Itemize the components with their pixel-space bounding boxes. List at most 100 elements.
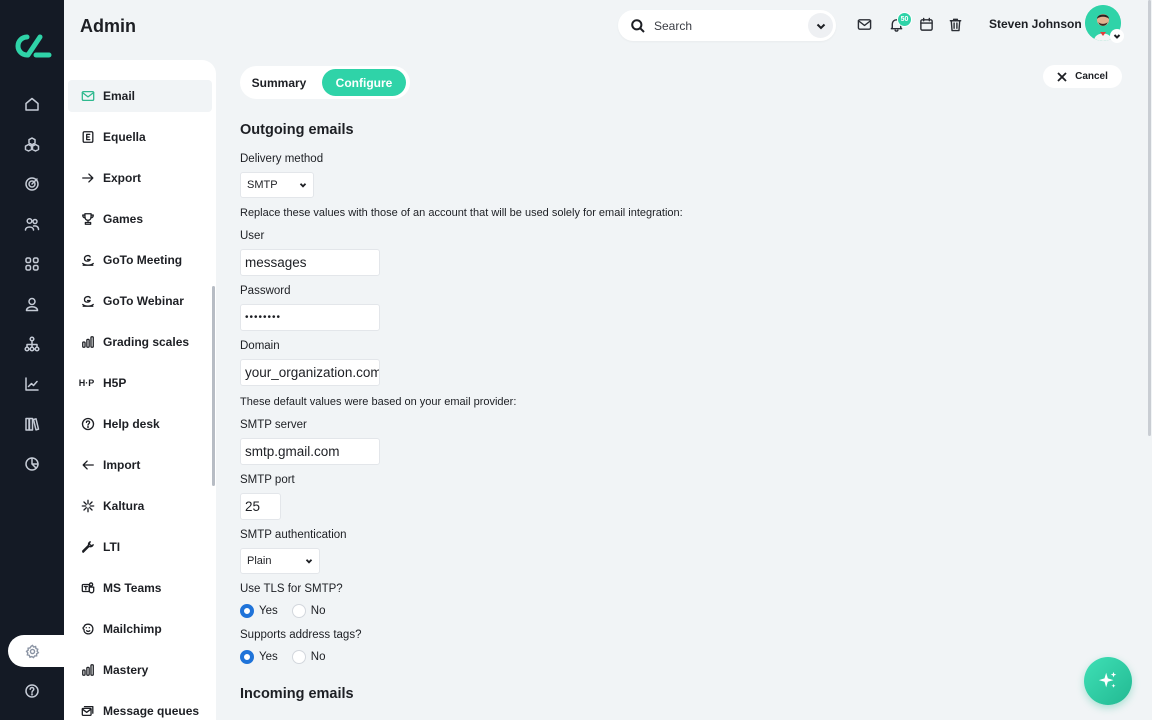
brand-logo-icon[interactable] xyxy=(11,31,53,61)
sidebar-item-goto-meeting[interactable]: GoTo Meeting xyxy=(68,244,212,276)
sidebar-item-kaltura[interactable]: Kaltura xyxy=(68,490,212,522)
address-tags-radio-group: Yes No xyxy=(240,650,339,664)
sidebar-item-ms-teams[interactable]: MS Teams xyxy=(68,572,212,604)
sidebar-item-label: Message queues xyxy=(103,704,200,718)
sidebar-item-import[interactable]: Import xyxy=(68,449,212,481)
tls-no-radio[interactable] xyxy=(291,604,306,618)
user-field[interactable]: messages xyxy=(240,249,380,276)
tls-label: Use TLS for SMTP? xyxy=(240,583,343,595)
search-bar[interactable]: Search xyxy=(618,10,836,41)
sidebar-item-export[interactable]: Export xyxy=(68,162,212,194)
sidebar-item-email[interactable]: Email xyxy=(68,80,212,112)
view-tabs: Summary Configure xyxy=(240,66,410,99)
trash-icon[interactable] xyxy=(948,17,964,33)
sidebar-item-mailchimp[interactable]: Mailchimp xyxy=(68,613,212,645)
smtp-port-label: SMTP port xyxy=(240,474,295,486)
kaltura-icon xyxy=(80,498,96,514)
tls-radio-group: Yes No xyxy=(240,604,339,618)
tags-yes-radio[interactable] xyxy=(240,650,254,664)
cubes-icon[interactable] xyxy=(22,134,42,154)
incoming-emails-heading: Incoming emails xyxy=(240,686,354,702)
smtp-port-field[interactable]: 25 xyxy=(240,493,281,520)
tab-summary[interactable]: Summary xyxy=(240,69,318,96)
arrow-left-icon xyxy=(80,457,96,473)
sidebar-item-label: Email xyxy=(103,89,136,103)
hierarchy-icon[interactable] xyxy=(22,334,42,354)
tags-yes-label: Yes xyxy=(259,651,278,663)
delivery-method-select[interactable]: SMTP xyxy=(240,172,314,198)
tls-yes-label: Yes xyxy=(259,605,278,617)
chevron-down-icon xyxy=(305,559,313,564)
user-label: User xyxy=(240,230,265,242)
sidebar-item-label: LTI xyxy=(103,540,121,554)
smtp-server-label: SMTP server xyxy=(240,419,307,431)
domain-label: Domain xyxy=(240,340,280,352)
mailchimp-icon xyxy=(80,621,96,637)
sidebar-item-label: MS Teams xyxy=(103,581,162,595)
bars-icon xyxy=(80,662,96,678)
goto-icon xyxy=(80,252,96,268)
chart-line-icon[interactable] xyxy=(22,374,42,394)
tls-no-label: No xyxy=(310,605,326,617)
user-name[interactable]: Steven Johnson xyxy=(989,17,1082,31)
tls-yes-radio[interactable] xyxy=(240,604,254,618)
chevron-down-icon xyxy=(299,183,307,188)
home-icon[interactable] xyxy=(22,94,42,114)
sidebar-item-label: Help desk xyxy=(103,417,160,431)
target-icon[interactable] xyxy=(22,174,42,194)
help-icon[interactable] xyxy=(22,681,42,701)
sidebar-item-label: Kaltura xyxy=(103,499,145,513)
page-scrollbar[interactable] xyxy=(1148,0,1151,436)
sidebar-item-label: Import xyxy=(103,458,141,472)
bars-icon xyxy=(80,334,96,350)
sparkle-icon xyxy=(1098,671,1117,688)
sidebar-item-label: GoTo Webinar xyxy=(103,294,184,308)
people-icon[interactable] xyxy=(22,214,42,234)
calendar-icon[interactable] xyxy=(919,17,935,33)
cancel-button[interactable]: Cancel xyxy=(1043,65,1122,88)
apps-grid-icon[interactable] xyxy=(22,254,42,274)
sidebar-item-label: GoTo Meeting xyxy=(103,253,183,267)
equella-icon xyxy=(80,129,96,145)
tags-no-radio[interactable] xyxy=(291,650,306,664)
delivery-method-label: Delivery method xyxy=(240,153,324,165)
sidebar-scrollbar[interactable] xyxy=(212,286,215,486)
smtp-auth-select[interactable]: Plain xyxy=(240,548,320,574)
sidebar-item-message-queues[interactable]: Message queues xyxy=(68,695,212,720)
smtp-server-field[interactable]: smtp.gmail.com xyxy=(240,438,380,465)
smtp-auth-value: Plain xyxy=(247,555,272,567)
chevron-down-icon[interactable] xyxy=(808,13,833,38)
pie-chart-icon[interactable] xyxy=(22,454,42,474)
domain-field[interactable]: your_organization.com xyxy=(240,359,380,386)
sidebar-item-goto-webinar[interactable]: GoTo Webinar xyxy=(68,285,212,317)
search-input[interactable]: Search xyxy=(654,19,808,33)
library-icon[interactable] xyxy=(22,414,42,434)
address-tags-label: Supports address tags? xyxy=(240,629,362,641)
sidebar-item-lti[interactable]: LTI xyxy=(68,531,212,563)
sidebar-item-games[interactable]: Games xyxy=(68,203,212,235)
trophy-icon xyxy=(80,211,96,227)
tab-configure[interactable]: Configure xyxy=(322,69,406,96)
arrow-right-icon xyxy=(80,170,96,186)
chevron-down-icon[interactable] xyxy=(1110,29,1124,43)
sidebar-item-label: Mastery xyxy=(103,663,149,677)
sidebar-item-help-desk[interactable]: Help desk xyxy=(68,408,212,440)
admin-sidebar: Email Equella Export Games GoTo Meeting … xyxy=(64,60,216,720)
delivery-method-value: SMTP xyxy=(247,179,278,191)
sidebar-item-grading-scales[interactable]: Grading scales xyxy=(68,326,212,358)
password-label: Password xyxy=(240,285,291,297)
question-icon xyxy=(80,416,96,432)
ai-assistant-button[interactable] xyxy=(1084,657,1132,705)
settings-icon[interactable] xyxy=(8,635,68,667)
sidebar-item-h5p[interactable]: H·P H5P xyxy=(68,367,212,399)
queue-icon xyxy=(80,703,96,719)
sidebar-item-equella[interactable]: Equella xyxy=(68,121,212,153)
teams-icon xyxy=(80,580,96,596)
sidebar-item-mastery[interactable]: Mastery xyxy=(68,654,212,686)
user-icon[interactable] xyxy=(22,294,42,314)
smtp-auth-label: SMTP authentication xyxy=(240,529,347,541)
h5p-icon: H·P xyxy=(78,378,95,388)
mail-icon[interactable] xyxy=(857,17,873,33)
provider-note: These default values were based on your … xyxy=(240,396,517,408)
password-field[interactable]: •••••••• xyxy=(240,304,380,331)
